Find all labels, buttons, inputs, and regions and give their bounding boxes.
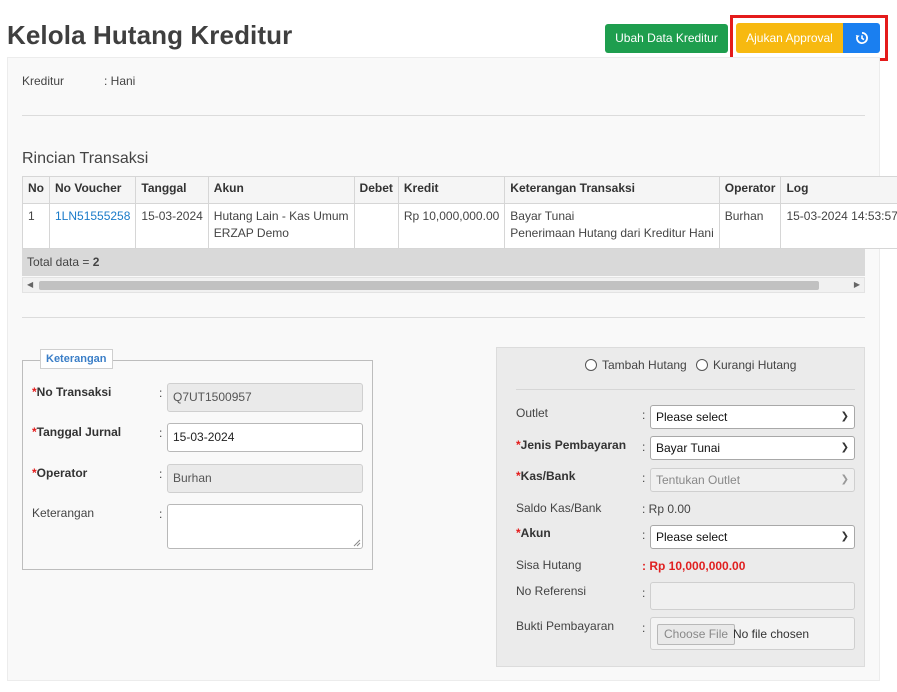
- table-footer-total: Total data = 2: [22, 249, 865, 276]
- sisa-hutang-value: : Rp 10,000,000.00: [642, 559, 746, 573]
- table-row: 1 1LN51555258 15-03-2024 Hutang Lain - K…: [22, 203, 897, 249]
- colon: :: [642, 586, 646, 600]
- colon: :: [642, 408, 646, 422]
- akun-line-2: ERZAP Demo: [213, 226, 289, 240]
- voucher-link[interactable]: 1LN51555258: [55, 209, 130, 223]
- choose-file-button[interactable]: Choose File: [657, 624, 736, 645]
- ket-line-2: Penerimaan Hutang dari Kreditur Hani: [510, 226, 714, 240]
- divider: [516, 389, 855, 390]
- chevron-down-icon: ❯: [840, 531, 849, 542]
- col-header-tanggal[interactable]: Tanggal: [135, 176, 209, 204]
- operator-field[interactable]: Burhan: [167, 464, 363, 493]
- scroll-thumb[interactable]: [39, 281, 819, 290]
- colon: :: [159, 467, 163, 481]
- chevron-down-icon: ❯: [840, 474, 849, 485]
- keterangan-textarea[interactable]: [167, 504, 363, 549]
- divider: [22, 115, 865, 116]
- kreditur-value: : Hani: [104, 74, 136, 88]
- col-header-log[interactable]: Log: [780, 176, 897, 204]
- jenis-pembayaran-select[interactable]: Bayar Tunai ❯: [650, 436, 855, 460]
- no-referensi-label: No Referensi: [516, 584, 587, 598]
- section-title-rincian: Rincian Transaksi: [22, 150, 149, 167]
- kas-bank-label: *Kas/Bank: [516, 469, 576, 483]
- cell-log: 15-03-2024 14:53:57 +: [780, 203, 897, 249]
- radio-tambah-hutang[interactable]: Tambah Hutang: [585, 358, 687, 372]
- cell-akun: Hutang Lain - Kas Umum ERZAP Demo: [207, 203, 355, 249]
- total-value: 2: [92, 255, 100, 269]
- cell-no: 1: [22, 203, 50, 249]
- akun-label: *Akun: [516, 526, 551, 540]
- outlet-label: Outlet: [516, 406, 549, 420]
- no-transaksi-field[interactable]: Q7UT1500957: [167, 383, 363, 412]
- cell-tanggal: 15-03-2024: [135, 203, 209, 249]
- submit-approval-button[interactable]: Ajukan Approval: [736, 23, 843, 53]
- cell-kredit: Rp 10,000,000.00: [397, 203, 506, 249]
- jenis-pembayaran-label: *Jenis Pembayaran: [516, 438, 627, 452]
- kreditur-label: Kreditur: [22, 74, 65, 88]
- radio-circle-icon[interactable]: [696, 359, 708, 371]
- colon: :: [642, 440, 646, 454]
- total-label: Total data =: [27, 255, 93, 269]
- bukti-file-input[interactable]: Choose File No file chosen: [650, 617, 855, 650]
- colon: :: [642, 471, 646, 485]
- resize-handle-icon[interactable]: [353, 539, 361, 547]
- no-transaksi-label: *No Transaksi: [32, 385, 112, 399]
- horizontal-scrollbar[interactable]: ◀ ▶: [22, 277, 865, 293]
- keterangan-legend: Keterangan: [40, 349, 113, 369]
- cell-keterangan: Bayar Tunai Penerimaan Hutang dari Kredit…: [504, 203, 720, 249]
- col-header-operator[interactable]: Operator: [718, 176, 782, 204]
- radio-circle-icon[interactable]: [585, 359, 597, 371]
- akun-line-1: Hutang Lain - Kas Umum: [213, 209, 349, 223]
- chevron-down-icon: ❯: [840, 442, 849, 453]
- history-icon: [855, 32, 868, 44]
- kas-bank-select[interactable]: Tentukan Outlet ❯: [650, 468, 855, 492]
- scroll-left-icon[interactable]: ◀: [27, 278, 33, 292]
- ket-line-1: Bayar Tunai: [510, 209, 575, 223]
- file-status-text: No file chosen: [733, 627, 810, 641]
- table-header-row: No No Voucher Tanggal Akun Debet Kredit …: [22, 176, 897, 204]
- bukti-pembayaran-label: Bukti Pembayaran: [516, 619, 615, 633]
- colon: :: [159, 426, 163, 440]
- cell-voucher: 1LN51555258: [48, 203, 137, 249]
- saldo-label: Saldo Kas/Bank: [516, 501, 602, 515]
- col-header-no[interactable]: No: [22, 176, 50, 204]
- tanggal-jurnal-field[interactable]: 15-03-2024: [167, 423, 363, 452]
- colon: :: [642, 528, 646, 542]
- radio-kurangi-hutang[interactable]: Kurangi Hutang: [696, 358, 796, 372]
- history-button[interactable]: [843, 23, 880, 53]
- akun-select[interactable]: Please select ❯: [650, 525, 855, 549]
- operator-label: *Operator: [32, 466, 88, 480]
- col-header-voucher[interactable]: No Voucher: [48, 176, 137, 204]
- tanggal-jurnal-label: *Tanggal Jurnal: [32, 425, 122, 439]
- col-header-keterangan[interactable]: Keterangan Transaksi: [504, 176, 720, 204]
- divider: [22, 317, 865, 318]
- cell-operator: Burhan: [718, 203, 782, 249]
- scroll-right-icon[interactable]: ▶: [854, 278, 860, 292]
- outlet-select[interactable]: Please select ❯: [650, 405, 855, 429]
- col-header-debet[interactable]: Debet: [353, 176, 399, 204]
- chevron-down-icon: ❯: [840, 411, 849, 422]
- cell-debet: [353, 203, 399, 249]
- colon: :: [159, 507, 163, 521]
- colon: :: [642, 621, 646, 635]
- col-header-akun[interactable]: Akun: [207, 176, 355, 204]
- col-header-kredit[interactable]: Kredit: [397, 176, 506, 204]
- keterangan-label: Keterangan: [32, 506, 95, 520]
- page-title: Kelola Hutang Kreditur: [7, 20, 293, 50]
- saldo-value: : Rp 0.00: [642, 502, 691, 516]
- sisa-hutang-label: Sisa Hutang: [516, 558, 582, 572]
- no-referensi-field[interactable]: [650, 582, 855, 610]
- transactions-table: No No Voucher Tanggal Akun Debet Kredit …: [22, 176, 897, 249]
- colon: :: [159, 386, 163, 400]
- edit-kreditur-button[interactable]: Ubah Data Kreditur: [605, 24, 728, 53]
